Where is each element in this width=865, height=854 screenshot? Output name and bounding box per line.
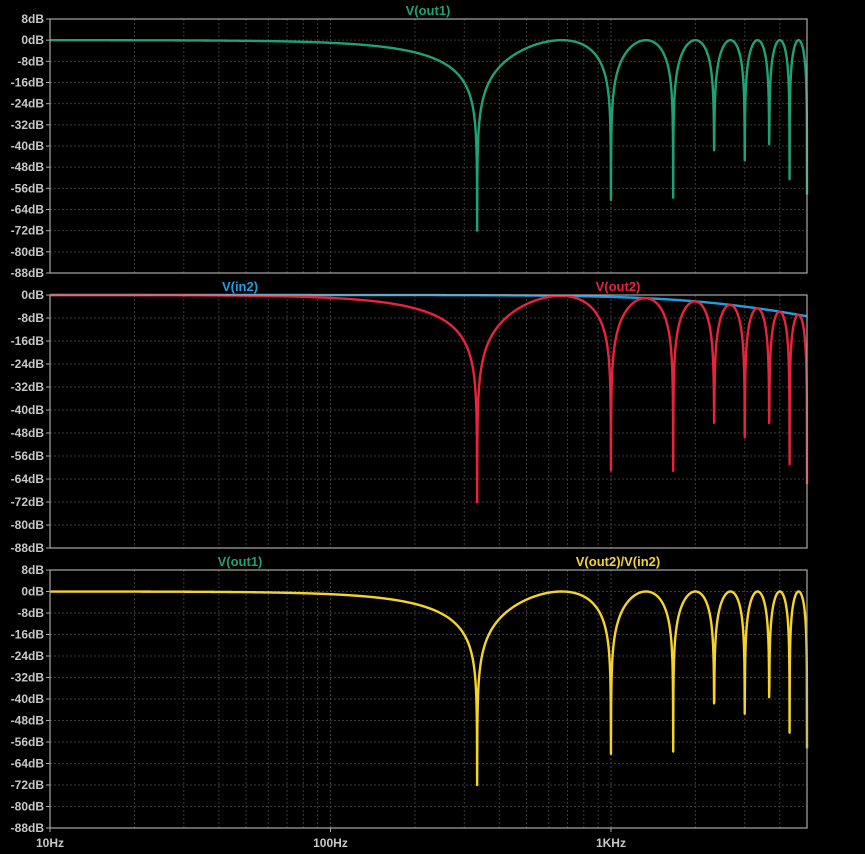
trace-label[interactable]: V(out1) [406,3,451,18]
y-tick-label: 0dB [21,585,44,599]
y-tick-label: -88dB [11,266,45,280]
y-tick-label: -88dB [11,541,45,555]
x-tick-label: 1KHz [596,836,626,850]
y-tick-label: -56dB [11,735,45,749]
x-tick-label: 10Hz [36,836,64,850]
y-tick-label: 8dB [21,563,44,577]
y-tick-label: -8dB [17,606,44,620]
y-tick-label: -48dB [11,426,45,440]
trace-label[interactable]: V(out1) [218,554,263,569]
y-tick-label: -16dB [11,628,45,642]
y-tick-label: -56dB [11,181,45,195]
y-tick-label: -40dB [11,692,45,706]
y-tick-label: -72dB [11,224,45,238]
trace-label[interactable]: V(out2)/V(in2) [576,554,661,569]
y-tick-label: -16dB [11,76,45,90]
y-tick-label: -72dB [11,495,45,509]
y-tick-label: -32dB [11,118,45,132]
y-tick-label: 0dB [21,33,44,47]
y-tick-label: -24dB [11,357,45,371]
y-tick-label: -24dB [11,649,45,663]
x-tick-label: 100Hz [313,836,348,850]
y-tick-label: -72dB [11,778,45,792]
y-tick-label: -40dB [11,139,45,153]
trace-label[interactable]: V(out2) [596,279,641,294]
y-tick-label: -32dB [11,380,45,394]
y-tick-label: -24dB [11,97,45,111]
y-tick-label: -56dB [11,449,45,463]
bode-plot: 8dB 0dB -8dB -16dB -24dB -32dB -40dB -48dB -56dB… [0,0,865,854]
y-tick-label: -64dB [11,472,45,486]
y-tick-label: -80dB [11,800,45,814]
y-tick-label: 0dB [21,288,44,302]
y-tick-label: -16dB [11,334,45,348]
y-tick-label: -80dB [11,245,45,259]
trace-label[interactable]: V(in2) [222,279,258,294]
y-tick-label: -8dB [17,311,44,325]
y-tick-label: -32dB [11,671,45,685]
y-tick-label: -40dB [11,403,45,417]
plot-background [0,0,865,854]
y-tick-label: -64dB [11,203,45,217]
y-tick-label: -48dB [11,714,45,728]
y-tick-label: -8dB [17,54,44,68]
y-tick-label: -88dB [11,821,45,835]
y-tick-label: 8dB [21,12,44,26]
y-tick-label: -48dB [11,160,45,174]
y-tick-label: -80dB [11,518,45,532]
y-tick-label: -64dB [11,757,45,771]
